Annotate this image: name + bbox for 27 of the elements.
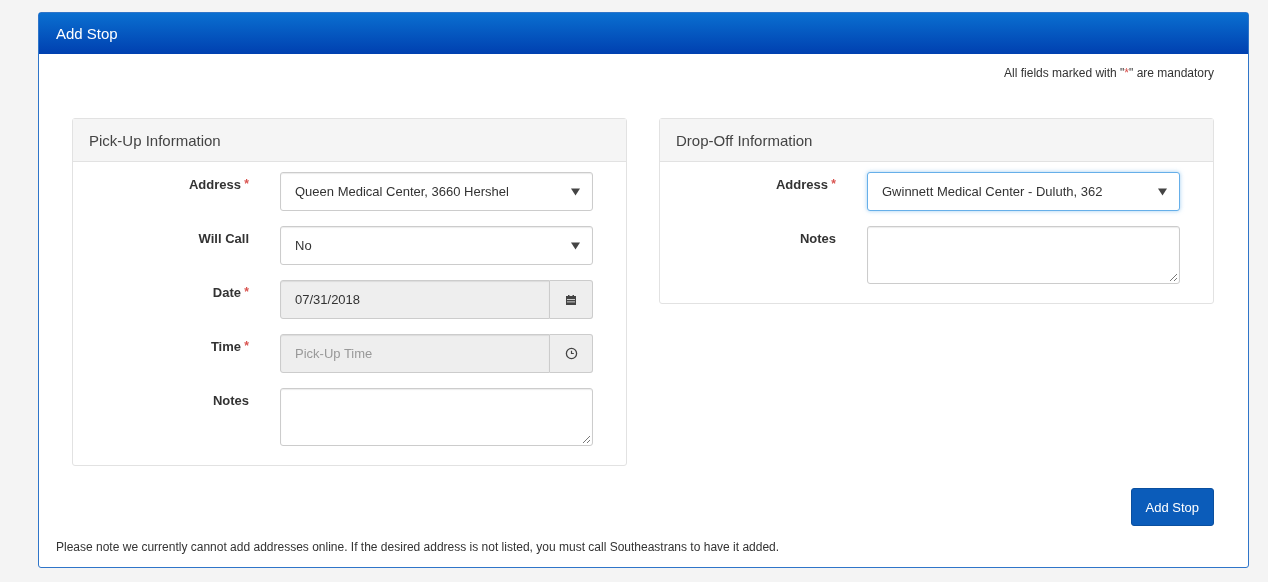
dropdown[interactable]: Queen Medical Center, 3660 Hershel	[280, 172, 593, 211]
notes-field[interactable]	[867, 226, 1180, 284]
caret-icon	[571, 187, 580, 196]
dropdown[interactable]: No	[280, 226, 593, 265]
field-label: Notes	[211, 392, 249, 410]
dropdown[interactable]: Gwinnett Medical Center - Duluth, 362	[867, 172, 1180, 211]
section-title: Drop-Off Information	[676, 131, 813, 149]
mandatory-note: All fields marked with "*" are mandatory	[1003, 66, 1214, 82]
field-label: Notes	[798, 230, 836, 248]
caret-icon	[1158, 187, 1167, 196]
field-label: Address *	[774, 176, 836, 194]
clock-icon	[564, 347, 578, 360]
resize-handle-icon	[1169, 273, 1177, 281]
calendar-button[interactable]	[550, 280, 593, 319]
add-stop-button[interactable]: Add Stop	[1130, 488, 1214, 526]
field-label: Will Call	[197, 230, 249, 248]
field-label: Address *	[187, 176, 249, 194]
calendar-icon	[565, 293, 577, 306]
caret-icon	[571, 241, 580, 250]
field-label: Time *	[209, 338, 249, 356]
notes-field[interactable]	[280, 388, 593, 446]
field-label: Date *	[211, 284, 249, 302]
clock-button[interactable]	[550, 334, 593, 373]
resize-handle-icon	[582, 435, 590, 443]
section-title: Pick-Up Information	[89, 131, 221, 149]
footer-note: Please note we currently cannot add addresses online. If the desired address is not listed, you must call Southeastrans to have it added.	[56, 540, 781, 554]
panel-title: Add Stop	[56, 25, 118, 42]
